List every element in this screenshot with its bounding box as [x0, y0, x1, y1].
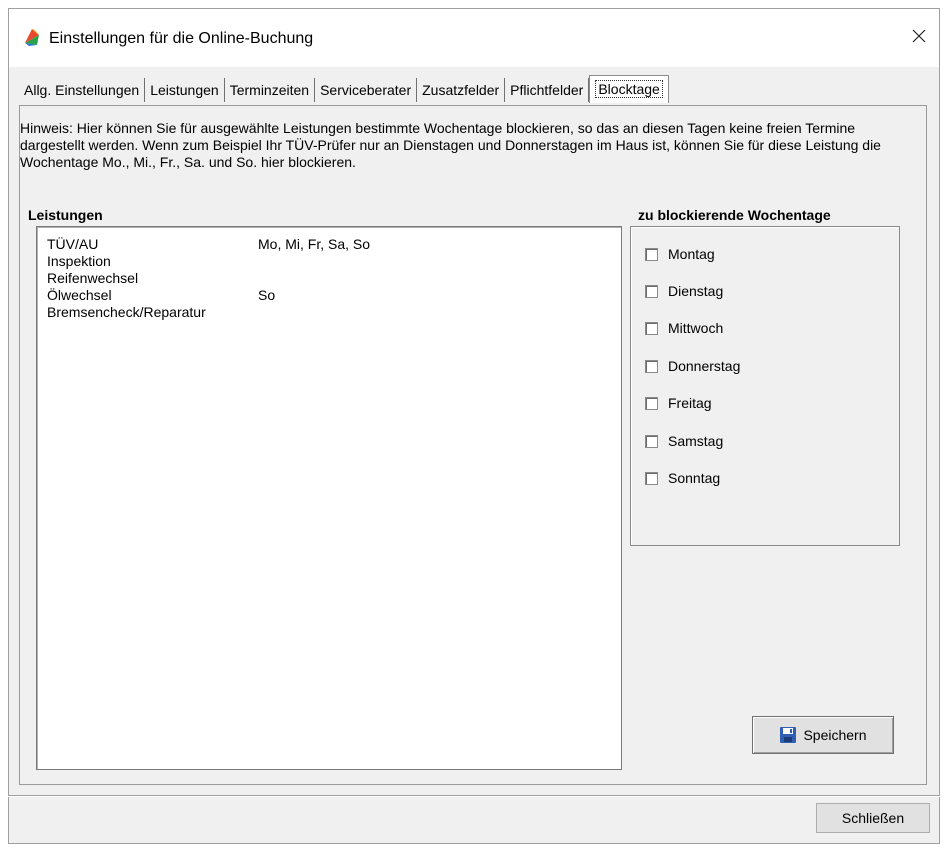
checkbox-label: Donnerstag: [668, 358, 741, 374]
weekdays-heading: zu blockierende Wochentage: [638, 207, 831, 223]
tab-zusatzfelder[interactable]: Zusatzfelder: [417, 78, 506, 102]
app-logo-icon: [25, 29, 39, 46]
checkbox-label: Mittwoch: [668, 320, 724, 336]
tab-serviceberater[interactable]: Serviceberater: [315, 78, 418, 102]
checkbox-sonntag[interactable]: Sonntag: [645, 469, 720, 487]
checkbox-label: Freitag: [668, 395, 712, 411]
floppy-disk-icon: [780, 727, 797, 743]
service-name: TÜV/AU: [47, 236, 99, 252]
checkbox-box[interactable]: [645, 471, 658, 485]
service-name: Reifenwechsel: [47, 270, 139, 286]
window-title: Einstellungen für die Online-Buchung: [49, 30, 314, 47]
service-blocked-days: So: [258, 287, 276, 303]
checkbox-dienstag[interactable]: Dienstag: [645, 282, 723, 300]
checkbox-donnerstag[interactable]: Donnerstag: [645, 357, 740, 375]
services-heading: Leistungen: [28, 207, 103, 223]
service-blocked-days: Mo, Mi, Fr, Sa, So: [258, 236, 371, 252]
checkbox-box[interactable]: [645, 396, 658, 410]
save-button[interactable]: Speichern: [752, 716, 894, 754]
checkbox-label: Samstag: [668, 433, 724, 449]
tab-blocktage[interactable]: Blocktage: [589, 75, 669, 103]
checkbox-box[interactable]: [645, 247, 658, 261]
checkbox-label: Dienstag: [668, 283, 724, 299]
checkbox-samstag[interactable]: Samstag: [645, 432, 723, 450]
checkbox-box[interactable]: [645, 284, 658, 298]
title-bar: Einstellungen für die Online-Buchung: [9, 9, 939, 67]
checkbox-label: Sonntag: [668, 470, 721, 486]
checkbox-montag[interactable]: Montag: [645, 245, 715, 263]
service-name: Bremsencheck/Reparatur: [47, 304, 206, 320]
tab-allg-einstellungen[interactable]: Allg. Einstellungen: [19, 78, 146, 102]
footer-divider: [8, 795, 940, 797]
hint-text: Hinweis: Hier können Sie für ausgewählte…: [20, 120, 881, 170]
close-icon[interactable]: [905, 21, 933, 51]
checkbox-box[interactable]: [645, 359, 658, 373]
service-name: Ölwechsel: [47, 287, 112, 303]
checkbox-box[interactable]: [645, 321, 658, 335]
save-button-label: Speichern: [803, 727, 867, 743]
tab-pflichtfelder[interactable]: Pflichtfelder: [505, 78, 590, 102]
close-button[interactable]: Schließen: [816, 803, 930, 833]
tab-strip: Allg. Einstellungen Leistungen Terminzei…: [19, 75, 669, 104]
tab-terminzeiten[interactable]: Terminzeiten: [225, 78, 316, 102]
service-name: Inspektion: [47, 253, 111, 269]
checkbox-mittwoch[interactable]: Mittwoch: [645, 319, 723, 337]
services-list[interactable]: TÜV/AU Mo, Mi, Fr, Sa, So Inspektion Rei…: [36, 226, 622, 770]
weekdays-group: Montag Dienstag Mittwoch Donnerstag Frei…: [630, 226, 900, 546]
checkbox-box[interactable]: [645, 434, 658, 448]
tab-leistungen[interactable]: Leistungen: [145, 78, 225, 102]
checkbox-freitag[interactable]: Freitag: [645, 394, 712, 412]
checkbox-label: Montag: [668, 246, 715, 262]
close-x-icon: [912, 29, 926, 43]
